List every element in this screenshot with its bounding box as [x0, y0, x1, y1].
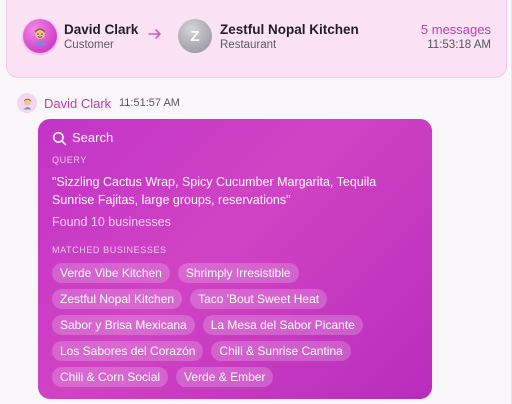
business-chip[interactable]: Verde Vibe Kitchen	[52, 263, 170, 283]
restaurant-role: Restaurant	[220, 39, 277, 51]
person-emoji-icon	[34, 28, 46, 45]
message-count: 5 messages	[420, 22, 491, 37]
business-chip[interactable]: Shrimply Irresistible	[177, 263, 299, 283]
sender-avatar	[17, 93, 37, 113]
header-timestamp: 11:53:18 AM	[427, 39, 491, 51]
business-chip[interactable]: La Mesa del Sabor Picante	[202, 315, 363, 335]
business-chip-list: Verde Vibe Kitchen Shrimply Irresistible…	[52, 263, 422, 387]
search-icon	[52, 131, 67, 146]
search-tool-bubble: Search QUERY "Sizzling Cactus Wrap, Spic…	[38, 119, 432, 399]
message-sender: David Clark	[44, 96, 112, 111]
customer-avatar	[23, 19, 57, 53]
business-chip[interactable]: Taco 'Bout Sweet Heat	[190, 289, 328, 309]
customer-role: Customer	[64, 39, 114, 51]
business-chip[interactable]: Sabor y Brisa Mexicana	[52, 315, 195, 335]
restaurant-initial: Z	[190, 27, 200, 45]
restaurant-avatar: Z	[178, 19, 212, 53]
query-label: QUERY	[52, 155, 87, 165]
business-chip[interactable]: Verde & Ember	[176, 367, 274, 387]
business-chip[interactable]: Chili & Corn Social	[52, 367, 169, 387]
business-chip[interactable]: Los Sabores del Corazón	[52, 341, 204, 361]
search-title: Search	[72, 130, 114, 145]
message-timestamp: 11:51:57 AM	[119, 97, 180, 109]
customer-name: David Clark	[64, 22, 139, 37]
arrow-right-icon	[148, 29, 161, 39]
person-emoji-icon	[23, 98, 31, 109]
results-count: Found 10 businesses	[52, 215, 171, 229]
matched-label: MATCHED BUSINESSES	[52, 245, 167, 255]
business-chip[interactable]: Zestful Nopal Kitchen	[52, 289, 183, 309]
conversation-header: David Clark Customer Z Zestful Nopal Kit…	[6, 0, 507, 78]
business-chip[interactable]: Chili & Sunrise Cantina	[211, 341, 351, 361]
restaurant-name: Zestful Nopal Kitchen	[220, 22, 359, 37]
query-text: "Sizzling Cactus Wrap, Spicy Cucumber Ma…	[52, 175, 377, 207]
